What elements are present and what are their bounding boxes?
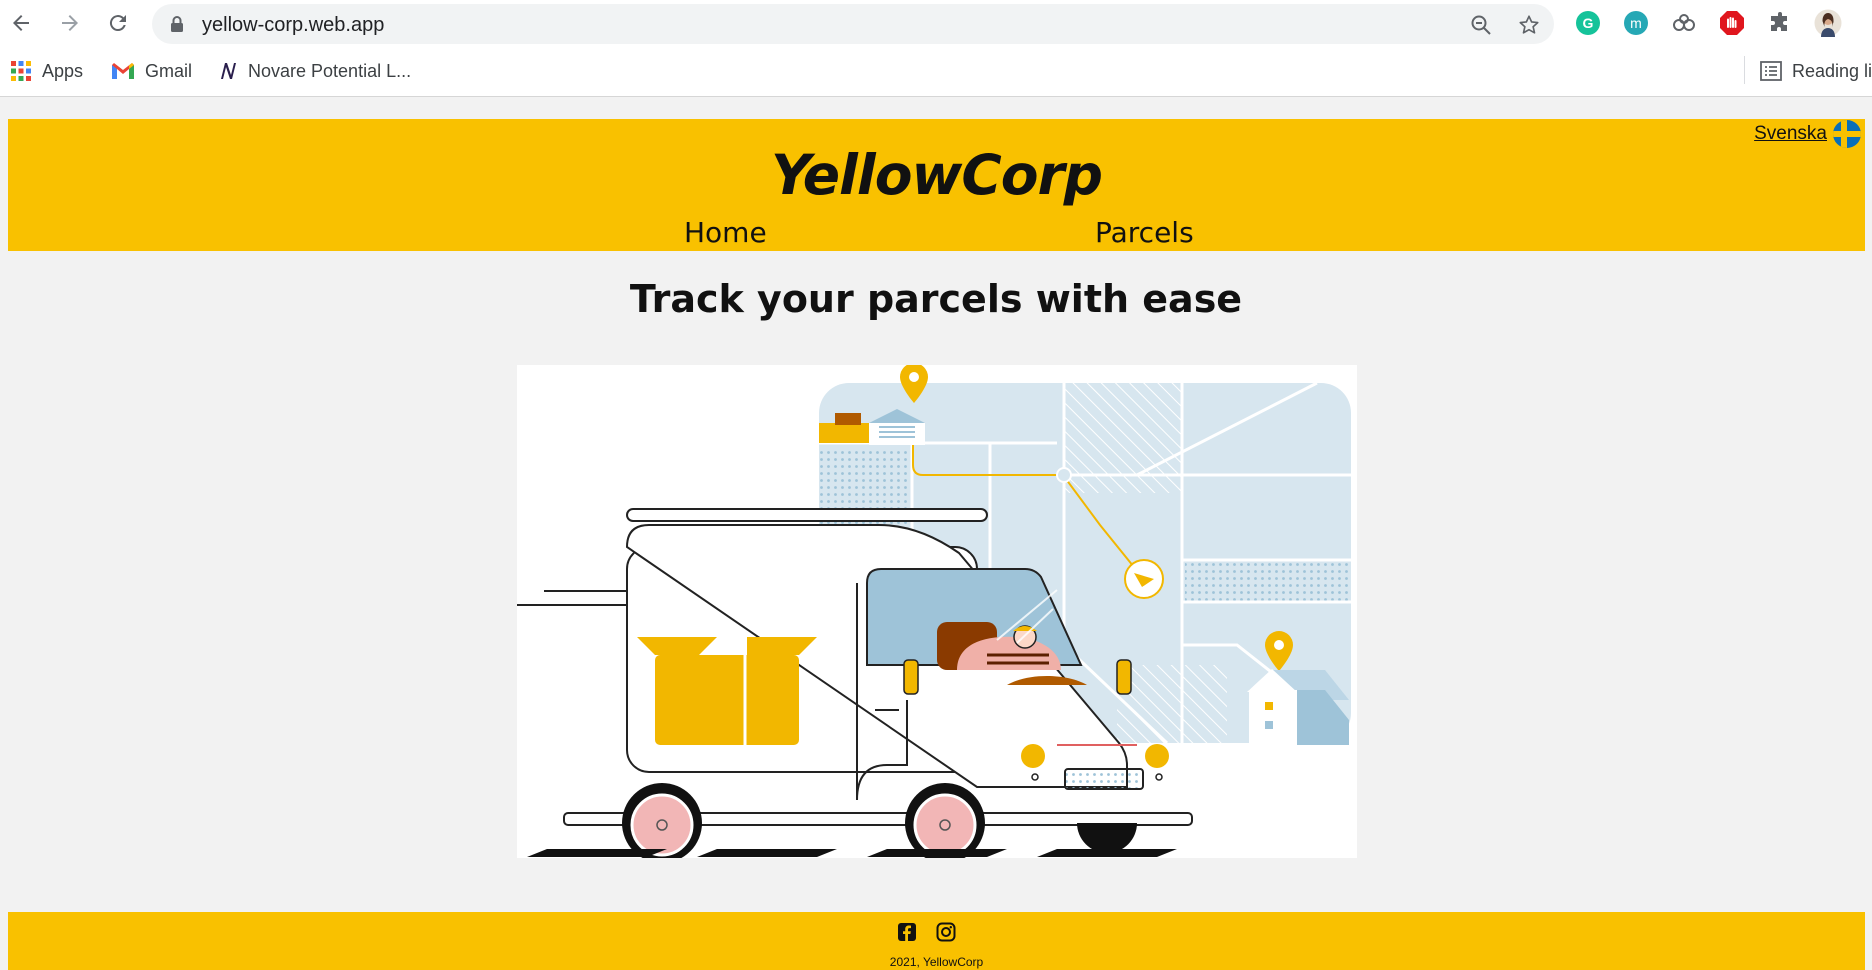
zoom-icon[interactable] xyxy=(1468,12,1494,38)
footer-copyright: 2021, YellowCorp xyxy=(889,955,984,969)
adblock-icon[interactable] xyxy=(1718,9,1746,37)
instagram-icon[interactable] xyxy=(936,922,956,942)
cloud-extension-icon[interactable] xyxy=(1670,9,1698,37)
url-text[interactable]: yellow-corp.web.app xyxy=(202,14,384,37)
bookmark-gmail[interactable]: Gmail xyxy=(111,60,192,82)
nav-parcels[interactable]: Parcels xyxy=(1095,216,1194,249)
apps-grid-icon xyxy=(11,61,31,81)
bookmark-label: Novare Potential L... xyxy=(248,60,412,81)
bookmarks-divider xyxy=(1744,56,1745,84)
forward-icon[interactable] xyxy=(55,8,85,38)
profile-avatar-icon[interactable] xyxy=(1814,9,1842,37)
novare-icon xyxy=(221,63,236,79)
bookmark-star-icon[interactable] xyxy=(1516,12,1542,38)
hero-title: Track your parcels with ease xyxy=(629,277,1243,321)
bookmark-apps[interactable]: Apps xyxy=(10,60,83,82)
facebook-icon[interactable] xyxy=(897,922,917,942)
bookmark-label: Gmail xyxy=(145,60,193,81)
reading-list-icon xyxy=(1760,61,1782,81)
extensions-puzzle-icon[interactable] xyxy=(1766,9,1794,37)
language-switch-link[interactable]: Svenska xyxy=(1754,123,1827,145)
back-icon[interactable] xyxy=(6,8,36,38)
sweden-flag-icon[interactable] xyxy=(1833,120,1861,148)
reload-icon[interactable] xyxy=(103,8,133,38)
site-header: YellowCorp Home Parcels Svenska xyxy=(8,119,1865,251)
bookmarks-bar: Apps Gmail Novare Potential L... Reading… xyxy=(0,46,1872,97)
site-footer: 2021, YellowCorp xyxy=(8,912,1865,970)
svg-text:m: m xyxy=(1630,15,1642,31)
lock-icon xyxy=(170,15,184,38)
delivery-van-illustration xyxy=(517,365,1357,858)
address-bar[interactable]: yellow-corp.web.app xyxy=(152,4,1554,44)
browser-toolbar: yellow-corp.web.app G m xyxy=(0,0,1872,46)
extension-m-icon[interactable]: m xyxy=(1622,9,1650,37)
reading-list-button[interactable]: Reading li xyxy=(1760,60,1872,82)
brand-logo[interactable]: YellowCorp xyxy=(8,143,1865,207)
gmail-icon xyxy=(112,63,134,79)
bookmark-novare[interactable]: Novare Potential L... xyxy=(218,60,411,82)
grammarly-icon[interactable]: G xyxy=(1574,9,1602,37)
svg-text:G: G xyxy=(1583,15,1594,31)
reading-list-label: Reading li xyxy=(1792,60,1872,81)
nav-home[interactable]: Home xyxy=(684,216,767,249)
bookmark-label: Apps xyxy=(42,60,84,81)
